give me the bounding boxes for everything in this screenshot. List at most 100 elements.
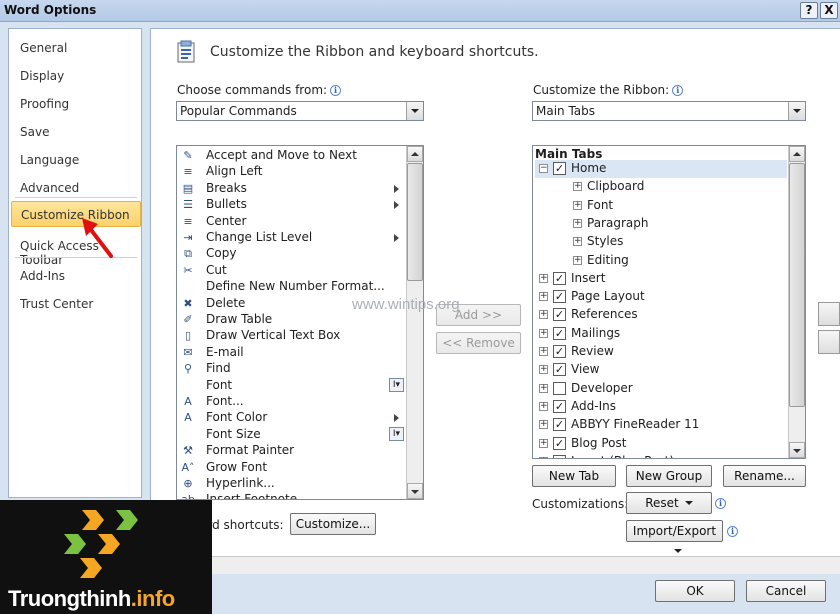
tree-item[interactable]: + ✓ View [535, 361, 787, 379]
nav-save[interactable]: Save [9, 119, 141, 147]
new-tab-button[interactable]: New Tab [532, 465, 616, 487]
checkbox[interactable]: ✓ [553, 454, 566, 458]
tree-item[interactable]: + ✓ ABBYY FineReader 11 [535, 416, 787, 434]
list-item[interactable]: Define New Number Format... [179, 279, 405, 295]
expand-icon[interactable]: + [573, 200, 582, 210]
expand-icon[interactable]: + [539, 401, 548, 411]
scroll-up-icon[interactable] [407, 146, 423, 162]
scroll-thumb[interactable] [407, 163, 423, 281]
list-item[interactable]: ✐ Draw Table [179, 312, 405, 328]
tree-item[interactable]: + Paragraph [535, 215, 787, 233]
expand-icon[interactable]: + [539, 292, 548, 302]
scroll-down-icon[interactable] [407, 483, 423, 499]
expand-icon[interactable]: + [539, 365, 548, 375]
commands-list[interactable]: ✎ Accept and Move to Next ≡ Align Left ▤ Brea… [176, 145, 424, 500]
list-item[interactable]: ⚲ Find [179, 361, 405, 377]
tree-item[interactable]: + ✓ Mailings [535, 325, 787, 343]
list-item[interactable]: A Font Color [179, 410, 405, 426]
tree-item[interactable]: + ✓ References [535, 306, 787, 324]
nav-add-ins[interactable]: Add-Ins [9, 263, 141, 291]
checkbox[interactable]: ✓ [553, 290, 566, 304]
checkbox[interactable]: ✓ [553, 162, 566, 175]
customize-shortcuts-button[interactable]: Customize... [290, 513, 376, 535]
list-item[interactable]: ab Insert Footnote [179, 492, 405, 499]
expand-icon[interactable]: + [573, 182, 582, 192]
tree-item[interactable]: + ✓ Add-Ins [535, 398, 787, 416]
checkbox[interactable]: ✓ [553, 326, 566, 340]
list-item[interactable]: ≡ Align Left [179, 164, 405, 180]
dropdown-arrow-icon[interactable] [406, 102, 423, 120]
tree-item[interactable]: − ✓ Home [535, 160, 787, 178]
dropdown-arrow-icon[interactable] [788, 102, 805, 120]
ok-button[interactable]: OK [655, 580, 735, 602]
expand-icon[interactable]: + [539, 310, 548, 320]
tree-scrollbar[interactable] [788, 146, 805, 458]
rename-button[interactable]: Rename... [723, 465, 806, 487]
expand-icon[interactable]: + [539, 273, 548, 283]
choose-commands-combo[interactable]: Popular Commands [176, 101, 424, 121]
tree-item[interactable]: + Styles [535, 233, 787, 251]
list-item[interactable]: ⇥ Change List Level [179, 230, 405, 246]
checkbox[interactable]: ✓ [553, 345, 566, 358]
list-item[interactable]: ▤ Breaks [179, 181, 405, 197]
ribbon-tree[interactable]: Main Tabs − ✓ Home + Clipboard + Font + Paragrap… [532, 145, 806, 459]
nav-display[interactable]: Display [9, 63, 141, 91]
list-item[interactable]: A˄ Grow Font [179, 460, 405, 476]
list-item[interactable]: ✉ E-mail [179, 345, 405, 361]
scroll-up-icon[interactable] [789, 146, 805, 162]
list-item[interactable]: ≡ Center [179, 214, 405, 230]
list-item[interactable]: ✎ Accept and Move to Next [179, 148, 405, 164]
nav-proofing[interactable]: Proofing [9, 91, 141, 119]
list-item[interactable]: Font I▾ [179, 377, 405, 394]
expand-icon[interactable]: + [539, 383, 548, 393]
nav-advanced[interactable]: Advanced [9, 175, 141, 203]
nav-trust-center[interactable]: Trust Center [9, 291, 141, 319]
list-item[interactable]: A Font... [179, 394, 405, 410]
list-item[interactable]: ☰ Bullets [179, 197, 405, 213]
expand-icon[interactable]: + [573, 255, 582, 265]
expand-icon[interactable]: + [539, 328, 548, 338]
list-item[interactable]: ⧉ Copy [179, 246, 405, 262]
nav-general[interactable]: General [9, 35, 141, 63]
list-item[interactable]: ⊕ Hyperlink... [179, 476, 405, 492]
expand-icon[interactable]: + [539, 347, 548, 356]
list-item[interactable]: Font Size I▾ [179, 426, 405, 443]
list-item[interactable]: ✂ Cut [179, 263, 405, 279]
tree-item[interactable]: + Clipboard [535, 178, 787, 196]
close-button[interactable]: X [820, 2, 838, 19]
tree-item[interactable]: + Editing [535, 252, 787, 270]
expand-icon[interactable]: + [539, 456, 548, 458]
tree-item[interactable]: + ✓ Insert [535, 270, 787, 288]
tree-item[interactable]: + ✓ Insert (Blog Post) [535, 453, 787, 458]
collapse-icon[interactable]: − [539, 164, 548, 173]
checkbox[interactable]: ✓ [553, 399, 566, 413]
expand-icon[interactable]: + [539, 438, 548, 448]
checkbox[interactable]: ✓ [553, 418, 566, 432]
list-item[interactable]: ▯ Draw Vertical Text Box [179, 328, 405, 344]
checkbox[interactable] [553, 381, 566, 395]
tree-item[interactable]: + Developer [535, 380, 787, 398]
list-item[interactable]: ⚒ Format Painter [179, 443, 405, 459]
checkbox[interactable]: ✓ [553, 308, 566, 322]
scroll-down-icon[interactable] [789, 442, 805, 458]
import-export-button[interactable]: Import/Export [626, 520, 723, 553]
move-down-button[interactable] [818, 330, 840, 354]
reset-button[interactable]: Reset [626, 492, 712, 514]
move-up-button[interactable] [818, 302, 840, 326]
tree-item[interactable]: + ✓ Page Layout [535, 288, 787, 306]
expand-icon[interactable]: + [539, 420, 548, 430]
new-group-button[interactable]: New Group [626, 465, 712, 487]
remove-button[interactable]: << Remove [436, 332, 521, 354]
expand-icon[interactable]: + [573, 218, 582, 228]
commands-scrollbar[interactable] [406, 146, 423, 499]
help-button[interactable]: ? [800, 2, 818, 19]
tree-item[interactable]: + ✓ Blog Post [535, 435, 787, 453]
nav-language[interactable]: Language [9, 147, 141, 175]
ribbon-tabs-combo[interactable]: Main Tabs [532, 101, 806, 121]
nav-customize-ribbon[interactable]: Customize Ribbon [11, 201, 141, 227]
checkbox[interactable]: ✓ [553, 363, 566, 377]
checkbox[interactable]: ✓ [553, 436, 566, 450]
cancel-button[interactable]: Cancel [746, 580, 826, 602]
scroll-thumb[interactable] [789, 163, 805, 407]
tree-item[interactable]: + Font [535, 197, 787, 215]
